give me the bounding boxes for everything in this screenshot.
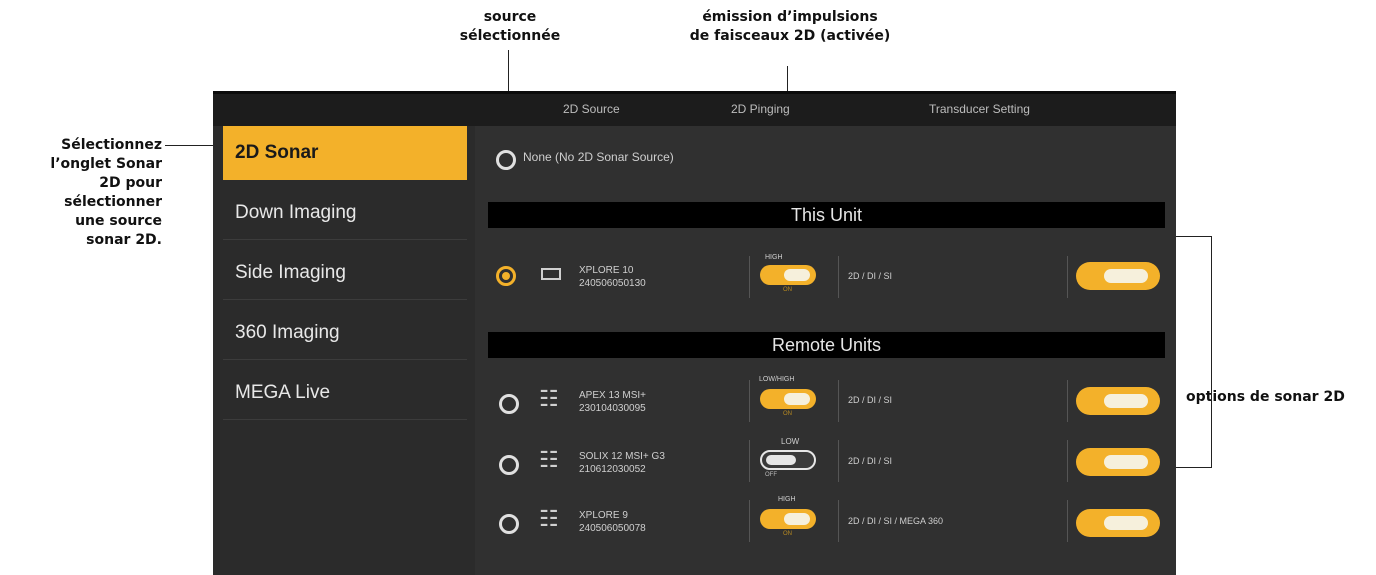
this-unit-ping-level: HIGH <box>765 254 783 261</box>
remote-unit-1-name: APEX 13 MSI+ <box>579 390 646 401</box>
radio-this-unit[interactable] <box>496 266 516 286</box>
separator <box>838 500 839 542</box>
section-this-unit: This Unit <box>488 202 1165 228</box>
remote-unit-3-ping-level: HIGH <box>778 496 796 503</box>
separator <box>1067 380 1068 422</box>
display-icon <box>541 268 561 280</box>
callout-sonar-options: options de sonar 2D <box>1186 389 1345 405</box>
separator <box>749 500 750 542</box>
separator <box>1067 500 1068 542</box>
sidebar-item-mega-live[interactable]: MEGA Live <box>223 366 467 420</box>
remote-unit-3-ping-state: ON <box>783 531 792 537</box>
none-option-label: None (No 2D Sonar Source) <box>523 150 674 164</box>
remote-unit-1-ping-toggle[interactable] <box>760 389 816 409</box>
callout-2d-pinging: émission d’impulsions de faisceaux 2D (a… <box>689 9 891 44</box>
radio-remote-unit-3[interactable] <box>499 514 519 534</box>
remote-unit-3-ping-toggle[interactable] <box>760 509 816 529</box>
radio-remote-unit-1[interactable] <box>499 394 519 414</box>
main-panel: None (No 2D Sonar Source) This Unit XPLO… <box>475 126 1176 575</box>
remote-unit-2-enable-toggle[interactable] <box>1076 448 1160 476</box>
radio-none[interactable] <box>496 150 516 170</box>
separator <box>1067 256 1068 298</box>
remote-unit-1-ping-level: LOW/HIGH <box>759 376 795 383</box>
remote-unit-1-ping-state: ON <box>783 411 792 417</box>
sidebar-item-2d-sonar[interactable]: 2D Sonar <box>223 126 467 180</box>
sidebar-item-360-imaging[interactable]: 360 Imaging <box>223 306 467 360</box>
sidebar-item-side-imaging[interactable]: Side Imaging <box>223 246 467 300</box>
leader-options-vertical <box>1211 236 1212 468</box>
network-icon: ☷ <box>539 506 559 531</box>
this-unit-name: XPLORE 10 <box>579 265 634 276</box>
callout-select-tab: Sélectionnez l’onglet Sonar 2D pour séle… <box>50 137 162 248</box>
separator <box>838 380 839 422</box>
remote-unit-1-serial: 230104030095 <box>579 403 646 414</box>
top-tab-bar: 2D Source 2D Pinging Transducer Setting <box>213 91 1176 126</box>
remote-unit-2-name: SOLIX 12 MSI+ G3 <box>579 451 665 462</box>
remote-unit-3-modes: 2D / DI / SI / MEGA 360 <box>848 516 944 526</box>
remote-unit-3-enable-toggle[interactable] <box>1076 509 1160 537</box>
sidebar: 2D Sonar Down Imaging Side Imaging 360 I… <box>213 126 475 575</box>
this-unit-enable-toggle[interactable] <box>1076 262 1160 290</box>
this-unit-serial: 240506050130 <box>579 278 646 289</box>
remote-unit-1-enable-toggle[interactable] <box>1076 387 1160 415</box>
network-icon: ☷ <box>539 386 559 411</box>
remote-unit-2-ping-level: LOW <box>781 437 800 446</box>
tab-2d-pinging[interactable]: 2D Pinging <box>731 102 790 116</box>
this-unit-ping-state: ON <box>783 287 792 293</box>
device-screen: 2D Source 2D Pinging Transducer Setting … <box>213 91 1176 575</box>
sidebar-item-down-imaging[interactable]: Down Imaging <box>223 186 467 240</box>
remote-unit-3-serial: 240506050078 <box>579 523 646 534</box>
separator <box>838 256 839 298</box>
remote-unit-1-modes: 2D / DI / SI <box>848 395 893 405</box>
callout-selected-source: source sélectionnée <box>459 9 561 44</box>
remote-unit-2-ping-state: OFF <box>765 472 777 478</box>
remote-unit-3-name: XPLORE 9 <box>579 510 628 521</box>
separator <box>749 440 750 482</box>
separator <box>749 380 750 422</box>
separator <box>838 440 839 482</box>
remote-unit-2-modes: 2D / DI / SI <box>848 456 893 466</box>
network-icon: ☷ <box>539 447 559 472</box>
remote-unit-2-serial: 210612030052 <box>579 464 646 475</box>
this-unit-ping-toggle[interactable] <box>760 265 816 285</box>
remote-unit-2-ping-toggle[interactable] <box>760 450 816 470</box>
this-unit-modes: 2D / DI / SI <box>848 271 893 281</box>
tab-transducer-setting[interactable]: Transducer Setting <box>929 102 1030 116</box>
separator <box>1067 440 1068 482</box>
separator <box>749 256 750 298</box>
section-remote-units: Remote Units <box>488 332 1165 358</box>
radio-remote-unit-2[interactable] <box>499 455 519 475</box>
tab-2d-source[interactable]: 2D Source <box>563 102 620 116</box>
